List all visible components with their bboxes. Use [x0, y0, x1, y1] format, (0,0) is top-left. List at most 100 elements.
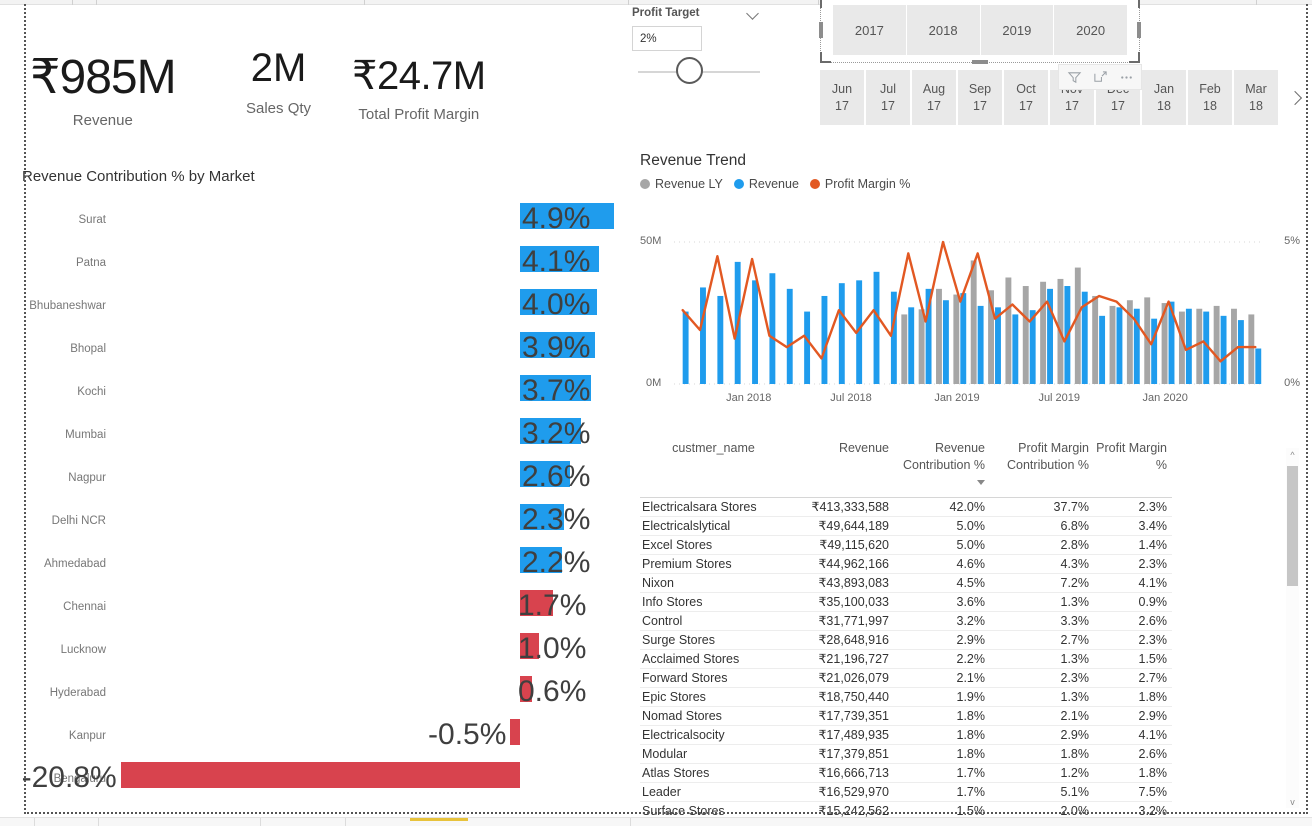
table-row[interactable]: Forward Stores ₹21,026,079 2.1% 2.3% 2.7%: [640, 668, 1172, 688]
focus-mode-icon[interactable]: [1088, 66, 1112, 88]
trend-bar-revenue[interactable]: [821, 295, 828, 384]
bar-rect[interactable]: [120, 761, 520, 788]
legend-item-revenue[interactable]: Revenue: [733, 177, 799, 191]
trend-bar-revenue-ly[interactable]: [1248, 314, 1255, 384]
month-slicer-next-button[interactable]: [1284, 70, 1306, 125]
table-row[interactable]: Surge Stores ₹28,648,916 2.9% 2.7% 2.3%: [640, 630, 1172, 650]
trend-bar-revenue-ly[interactable]: [1040, 281, 1047, 384]
trend-bar-revenue-ly[interactable]: [1213, 305, 1220, 384]
revenue-trend-chart[interactable]: Revenue Trend Revenue LY Revenue Profit Ma…: [640, 152, 1300, 422]
trend-bar-revenue[interactable]: [804, 311, 811, 384]
month-tile-Aug-17[interactable]: Aug 17: [912, 70, 956, 125]
chevron-down-icon[interactable]: [747, 6, 760, 19]
scroll-down-icon[interactable]: v: [1286, 795, 1299, 808]
year-tile-2020[interactable]: 2020: [1054, 5, 1127, 55]
month-tile-Jun-17[interactable]: Jun 17: [820, 70, 864, 125]
year-slicer[interactable]: 2017 2018 2019 2020: [819, 0, 1141, 64]
table-scrollbar[interactable]: ^ v: [1286, 448, 1299, 808]
table-row[interactable]: Excel Stores ₹49,115,620 5.0% 2.8% 1.4%: [640, 535, 1172, 555]
trend-bar-revenue[interactable]: [1237, 320, 1244, 384]
profit-target-slicer[interactable]: Profit Target 2%: [632, 6, 792, 84]
table-row[interactable]: Electricalsara Stores ₹413,333,588 42.0% 37…: [640, 497, 1172, 517]
kpi-card-profit-margin[interactable]: ₹24.7M Total Profit Margin: [352, 56, 486, 123]
table-column-header[interactable]: Revenue: [790, 438, 894, 498]
filter-funnel-icon[interactable]: [1062, 66, 1086, 88]
profit-target-slider[interactable]: [638, 57, 760, 84]
table-row[interactable]: Electricalsocity ₹17,489,935 1.8% 2.9% 4.1%: [640, 725, 1172, 745]
trend-bar-revenue-ly[interactable]: [1092, 295, 1099, 384]
kpi-card-revenue[interactable]: ₹985M Revenue: [30, 54, 177, 130]
trend-bar-revenue[interactable]: [942, 300, 949, 384]
trend-bar-revenue-ly[interactable]: [1005, 277, 1012, 385]
trend-bar-revenue-ly[interactable]: [1231, 308, 1237, 384]
resize-handle-bottom[interactable]: [972, 60, 988, 64]
trend-bar-revenue[interactable]: [1012, 314, 1019, 384]
trend-bar-revenue[interactable]: [786, 288, 793, 384]
trend-bar-revenue-ly[interactable]: [1022, 286, 1029, 384]
trend-bar-revenue[interactable]: [908, 307, 915, 384]
trend-chart-legend[interactable]: Revenue LY Revenue Profit Margin %: [640, 177, 1300, 191]
trend-bar-revenue[interactable]: [752, 280, 758, 384]
trend-bar-revenue-ly[interactable]: [953, 294, 960, 384]
table-row[interactable]: Leader ₹16,529,970 1.7% 5.1% 7.5%: [640, 782, 1172, 802]
trend-bar-revenue[interactable]: [682, 311, 689, 384]
table-column-header[interactable]: custmer_name: [640, 438, 790, 498]
legend-item-profit-margin[interactable]: Profit Margin %: [809, 177, 910, 191]
table-row[interactable]: Atlas Stores ₹16,666,713 1.7% 1.2% 1.8%: [640, 763, 1172, 783]
resize-handle-right[interactable]: [1137, 22, 1141, 38]
legend-item-revenue-ly[interactable]: Revenue LY: [640, 177, 723, 191]
year-tile-2019[interactable]: 2019: [980, 5, 1054, 55]
slider-thumb[interactable]: [676, 57, 703, 84]
table-column-header[interactable]: Profit Margin Contribution %: [990, 438, 1094, 498]
bar-rect[interactable]: [510, 718, 520, 745]
trend-bar-revenue[interactable]: [977, 305, 984, 384]
trend-bar-revenue[interactable]: [960, 293, 967, 384]
profit-target-input[interactable]: 2%: [632, 26, 702, 51]
trend-bar-revenue[interactable]: [717, 295, 724, 384]
month-tile-Jan-18[interactable]: Jan 18: [1142, 70, 1186, 125]
more-options-icon[interactable]: [1114, 66, 1138, 88]
trend-bar-revenue-ly[interactable]: [1109, 305, 1116, 384]
sort-descending-icon[interactable]: [977, 479, 985, 485]
resize-handle-top-left[interactable]: [820, 0, 831, 8]
year-tile-2017[interactable]: 2017: [833, 5, 906, 55]
scroll-up-icon[interactable]: ^: [1286, 448, 1299, 461]
resize-handle-bottom-right[interactable]: [1129, 52, 1140, 63]
table-row[interactable]: Nomad Stores ₹17,739,351 1.8% 2.1% 2.9%: [640, 706, 1172, 726]
resize-handle-bottom-left[interactable]: [820, 52, 831, 63]
month-tile-Mar-18[interactable]: Mar 18: [1234, 70, 1278, 125]
trend-bar-revenue-ly[interactable]: [918, 309, 925, 384]
table-row[interactable]: Premium Stores ₹44,962,166 4.6% 4.3% 2.3%: [640, 554, 1172, 574]
table-row[interactable]: Info Stores ₹35,100,033 3.6% 1.3% 0.9%: [640, 592, 1172, 612]
month-tile-Sep-17[interactable]: Sep 17: [958, 70, 1002, 125]
page-tab-strip[interactable]: [0, 817, 1312, 826]
table-column-header[interactable]: Profit Margin %: [1094, 438, 1172, 498]
trend-bar-revenue-ly[interactable]: [970, 260, 977, 384]
resize-handle-top-right[interactable]: [1129, 0, 1140, 8]
trend-bar-revenue[interactable]: [769, 273, 776, 384]
trend-bar-revenue[interactable]: [1255, 348, 1262, 385]
trend-bar-revenue-ly[interactable]: [901, 314, 908, 384]
year-tile-2018[interactable]: 2018: [906, 5, 980, 55]
customer-revenue-table[interactable]: custmer_name Revenue Revenue Contribution …: [640, 438, 1300, 826]
revenue-contribution-bar-chart[interactable]: Revenue Contribution % by Market Surat 4.…: [22, 168, 622, 814]
month-tile-Jul-17[interactable]: Jul 17: [866, 70, 910, 125]
trend-bar-revenue[interactable]: [838, 283, 845, 384]
table-header-row[interactable]: custmer_name Revenue Revenue Contribution …: [640, 438, 1172, 498]
trend-bar-revenue[interactable]: [1220, 315, 1227, 384]
visual-header-toolbar[interactable]: [1058, 64, 1142, 90]
table-row[interactable]: Modular ₹17,379,851 1.8% 1.8% 2.6%: [640, 744, 1172, 764]
table-row[interactable]: Acclaimed Stores ₹21,196,727 2.2% 1.3% 1.5%: [640, 649, 1172, 669]
month-tile-Feb-18[interactable]: Feb 18: [1188, 70, 1232, 125]
trend-bar-revenue[interactable]: [890, 291, 897, 384]
kpi-card-sales-qty[interactable]: 2M Sales Qty: [246, 48, 311, 117]
trend-bar-revenue-ly[interactable]: [1196, 308, 1203, 384]
table-column-header[interactable]: Revenue Contribution %: [894, 438, 990, 498]
trend-bar-revenue[interactable]: [1116, 307, 1123, 384]
trend-bar-revenue[interactable]: [1151, 318, 1158, 384]
table-row[interactable]: Control ₹31,771,997 3.2% 3.3% 2.6%: [640, 611, 1172, 631]
scrollbar-thumb[interactable]: [1287, 466, 1298, 586]
trend-bar-revenue[interactable]: [700, 287, 706, 384]
trend-bar-revenue[interactable]: [873, 271, 880, 384]
trend-bar-revenue-ly[interactable]: [1074, 267, 1081, 384]
